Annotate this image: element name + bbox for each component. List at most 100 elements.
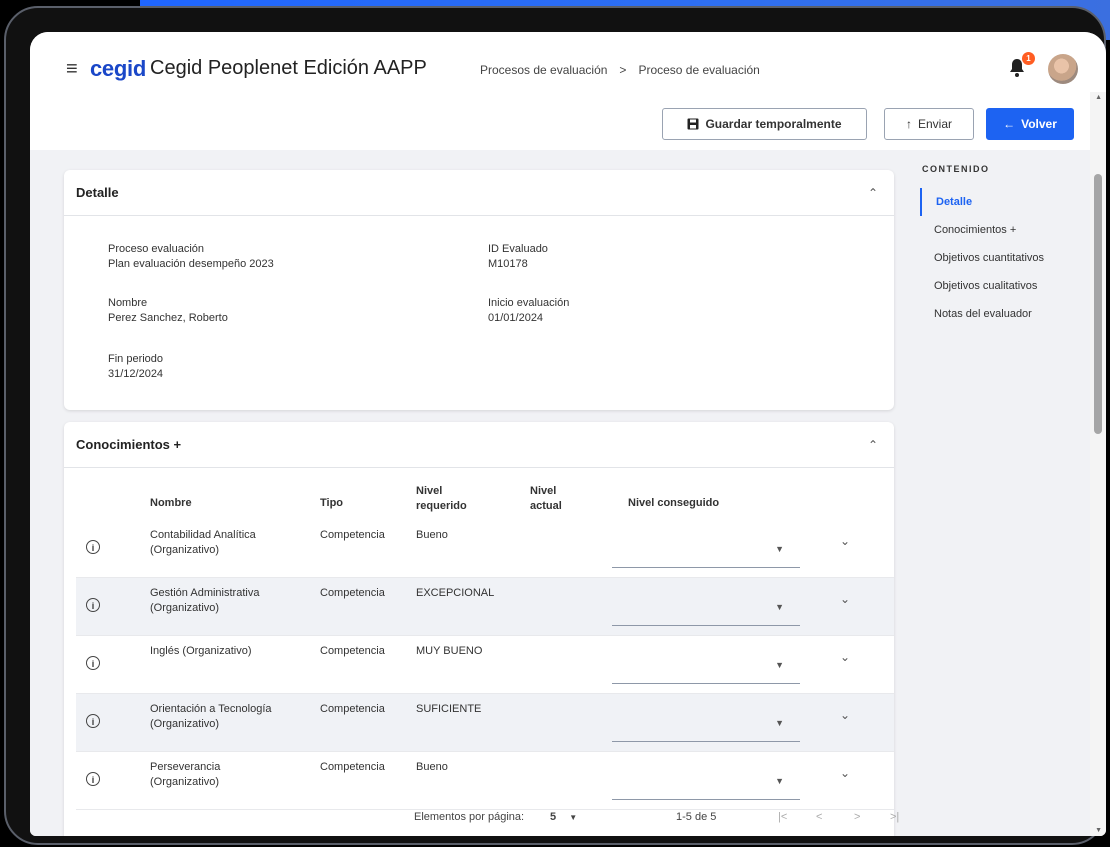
save-temporarily-button[interactable]: Guardar temporalmente bbox=[662, 108, 867, 140]
page-size-value: 5 bbox=[550, 811, 557, 823]
scrollbar[interactable]: ▲ ▼ bbox=[1090, 92, 1106, 836]
chevron-down-icon[interactable]: ⌄ bbox=[840, 766, 850, 781]
row-nombre-line1: Contabilidad Analítica bbox=[150, 529, 256, 541]
save-icon bbox=[687, 118, 699, 130]
row-tipo: Competencia bbox=[320, 645, 385, 657]
breadcrumb-item-procesos[interactable]: Procesos de evaluación bbox=[480, 63, 607, 77]
conocimientos-title: Conocimientos + bbox=[76, 437, 182, 452]
send-button[interactable]: ↑ Enviar bbox=[884, 108, 974, 140]
col-nivel-requerido: Nivel requerido bbox=[416, 484, 467, 514]
breadcrumb-item-proceso: Proceso de evaluación bbox=[638, 63, 760, 77]
detalle-card: Detalle ⌃ Proceso evaluación Plan evalua… bbox=[64, 170, 894, 410]
prev-page-icon[interactable]: < bbox=[816, 811, 822, 823]
avatar[interactable] bbox=[1048, 54, 1078, 84]
row-nivel-requerido: MUY BUENO bbox=[416, 645, 483, 657]
row-tipo: Competencia bbox=[320, 761, 385, 773]
table-row: i Inglés (Organizativo) Competencia MUY … bbox=[76, 636, 894, 694]
info-icon[interactable]: i bbox=[86, 714, 100, 728]
save-button-label: Guardar temporalmente bbox=[705, 117, 842, 131]
info-icon[interactable]: i bbox=[86, 656, 100, 670]
conocimientos-header[interactable]: Conocimientos + ⌃ bbox=[64, 422, 894, 468]
nivel-conseguido-select[interactable]: ▼ bbox=[612, 700, 800, 742]
detalle-header[interactable]: Detalle ⌃ bbox=[64, 170, 894, 216]
app-title: Cegid Peoplenet Edición AAPP bbox=[150, 57, 427, 79]
toc-item-notas-evaluador[interactable]: Notas del evaluador bbox=[920, 300, 1074, 328]
col-nivel-actual-line1: Nivel bbox=[530, 485, 557, 497]
app-screen: ≡ cegid Cegid Peoplenet Edición AAPP Pro… bbox=[30, 32, 1106, 836]
conocimientos-card: Conocimientos + ⌃ Nombre Tipo Nivel requ… bbox=[64, 422, 899, 836]
info-icon[interactable]: i bbox=[86, 540, 100, 554]
row-nivel-requerido: Bueno bbox=[416, 761, 448, 773]
main-content: Detalle ⌃ Proceso evaluación Plan evalua… bbox=[30, 150, 1090, 836]
hamburger-icon[interactable]: ≡ bbox=[66, 58, 78, 81]
row-nombre-line2: (Organizativo) bbox=[150, 544, 220, 556]
row-nombre: Contabilidad Analítica (Organizativo) bbox=[150, 528, 256, 558]
last-page-icon[interactable]: >| bbox=[890, 811, 899, 823]
send-icon: ↑ bbox=[905, 117, 912, 131]
page-size-select[interactable]: 5 ▼ bbox=[550, 811, 577, 823]
nivel-conseguido-select[interactable]: ▼ bbox=[612, 642, 800, 684]
col-nivel-actual: Nivel actual bbox=[530, 484, 562, 514]
row-nombre-line1: Inglés (Organizativo) bbox=[150, 645, 252, 657]
row-nombre-line2: (Organizativo) bbox=[150, 776, 220, 788]
scroll-down-icon[interactable]: ▼ bbox=[1095, 827, 1102, 834]
row-tipo: Competencia bbox=[320, 587, 385, 599]
nivel-conseguido-select[interactable]: ▼ bbox=[612, 584, 800, 626]
table-row: i Orientación a Tecnología (Organizativo)… bbox=[76, 694, 894, 752]
row-nombre-line1: Perseverancia bbox=[150, 761, 221, 773]
page-range: 1-5 de 5 bbox=[676, 811, 717, 823]
back-button-label: Volver bbox=[1021, 117, 1057, 131]
table-row: i Gestión Administrativa (Organizativo) C… bbox=[76, 578, 894, 636]
nivel-conseguido-select[interactable]: ▼ bbox=[612, 526, 800, 568]
dropdown-arrow-icon: ▼ bbox=[775, 602, 784, 612]
chevron-up-icon[interactable]: ⌃ bbox=[868, 438, 878, 452]
next-page-icon[interactable]: > bbox=[854, 811, 860, 823]
field-nombre: Nombre Perez Sanchez, Roberto bbox=[108, 296, 228, 326]
row-nombre: Orientación a Tecnología (Organizativo) bbox=[150, 702, 272, 732]
detalle-title: Detalle bbox=[76, 185, 119, 200]
send-button-label: Enviar bbox=[917, 117, 952, 131]
row-nivel-requerido: Bueno bbox=[416, 529, 448, 541]
chevron-up-icon[interactable]: ⌃ bbox=[868, 186, 878, 200]
breadcrumb: Procesos de evaluación > Proceso de evalua… bbox=[474, 63, 766, 77]
nivel-conseguido-select[interactable]: ▼ bbox=[612, 758, 800, 800]
toc-item-conocimientos[interactable]: Conocimientos + bbox=[920, 216, 1074, 244]
chevron-down-icon[interactable]: ⌄ bbox=[840, 534, 850, 549]
dropdown-arrow-icon: ▼ bbox=[775, 544, 784, 554]
arrow-left-icon: ← bbox=[1003, 117, 1016, 131]
field-fin-value: 31/12/2024 bbox=[108, 368, 164, 380]
chevron-down-icon[interactable]: ⌄ bbox=[840, 650, 850, 665]
back-button[interactable]: ← Volver bbox=[986, 108, 1074, 140]
info-icon[interactable]: i bbox=[86, 772, 100, 786]
row-nombre-line1: Gestión Administrativa bbox=[150, 587, 260, 599]
dropdown-arrow-icon: ▼ bbox=[775, 776, 784, 786]
row-nombre: Gestión Administrativa (Organizativo) bbox=[150, 586, 259, 616]
field-nombre-label: Nombre bbox=[108, 297, 148, 309]
field-proceso: Proceso evaluación Plan evaluación desem… bbox=[108, 242, 274, 272]
chevron-down-icon[interactable]: ⌄ bbox=[840, 592, 850, 607]
scrollbar-thumb[interactable] bbox=[1094, 174, 1102, 434]
info-icon[interactable]: i bbox=[86, 598, 100, 612]
field-id-label: ID Evaluado bbox=[488, 243, 548, 255]
paginator: Elementos por página: 5 ▼ 1-5 de 5 |< < … bbox=[414, 800, 899, 836]
row-nombre: Perseverancia (Organizativo) bbox=[150, 760, 220, 790]
row-nombre-line2: (Organizativo) bbox=[150, 718, 220, 730]
toc-title: CONTENIDO bbox=[922, 164, 990, 174]
field-proceso-value: Plan evaluación desempeño 2023 bbox=[108, 258, 274, 270]
first-page-icon[interactable]: |< bbox=[778, 811, 787, 823]
toc-item-objetivos-cuantitativos[interactable]: Objetivos cuantitativos bbox=[920, 244, 1074, 272]
breadcrumb-separator: > bbox=[619, 63, 627, 77]
dropdown-arrow-icon: ▼ bbox=[775, 718, 784, 728]
scroll-up-icon[interactable]: ▲ bbox=[1095, 94, 1102, 101]
field-id-value: M10178 bbox=[488, 258, 528, 270]
toc-item-objetivos-cualitativos[interactable]: Objetivos cualitativos bbox=[920, 272, 1074, 300]
table-of-contents: CONTENIDO Detalle Conocimientos + Objeti… bbox=[914, 164, 1074, 328]
field-proceso-label: Proceso evaluación bbox=[108, 243, 205, 255]
dropdown-arrow-icon: ▼ bbox=[775, 660, 784, 670]
chevron-down-icon[interactable]: ⌄ bbox=[840, 708, 850, 723]
row-nivel-requerido: SUFICIENTE bbox=[416, 703, 482, 715]
field-fin: Fin periodo 31/12/2024 bbox=[108, 352, 163, 382]
col-tipo: Tipo bbox=[320, 497, 344, 509]
toc-item-detalle[interactable]: Detalle bbox=[920, 188, 1074, 216]
field-inicio-value: 01/01/2024 bbox=[488, 312, 544, 324]
